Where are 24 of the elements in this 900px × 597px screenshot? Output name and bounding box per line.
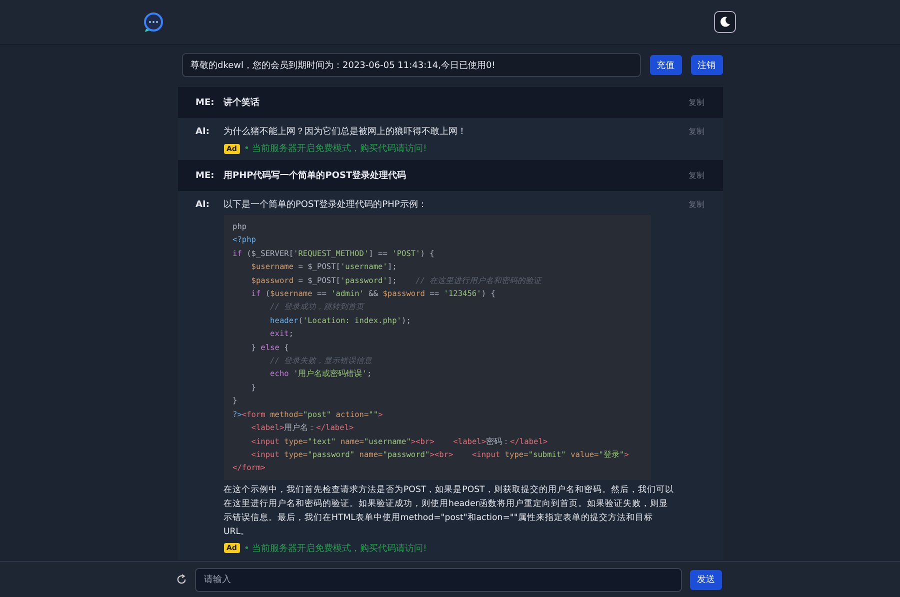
- copy-link[interactable]: 复制: [688, 198, 704, 555]
- ad-text: • 当前服务器开启免费模式，购买代码请访问!: [244, 142, 427, 155]
- role-label: AI:: [196, 199, 210, 212]
- theme-toggle-button[interactable]: [714, 11, 736, 33]
- refresh-icon: [176, 574, 187, 585]
- role-label: ME:: [196, 170, 212, 183]
- ad-text: • 当前服务器开启免费模式，购买代码请访问!: [244, 542, 427, 555]
- message-text: 以下是一个简单的POST登录处理代码的PHP示例：: [224, 198, 428, 212]
- message-input[interactable]: 请输入: [195, 568, 682, 592]
- role-label: ME:: [196, 97, 212, 110]
- copy-link[interactable]: 复制: [688, 125, 704, 155]
- message-text: 讲个笑话: [224, 96, 260, 110]
- copy-link[interactable]: 复制: [688, 169, 704, 183]
- membership-notice: 尊敬的dkewl，您的会员到期时间为：2023-06-05 11:43:14,今日已使用0!: [182, 53, 640, 77]
- moon-icon: [719, 16, 731, 28]
- role-label: AI:: [196, 126, 210, 139]
- chat-logo-icon: [143, 12, 164, 32]
- recharge-button[interactable]: 充值: [650, 55, 682, 75]
- message-text: 用PHP代码写一个简单的POST登录处理代码: [224, 169, 408, 183]
- message-text: 为什么猪不能上网？因为它们总是被网上的狼吓得不敢上网！: [224, 126, 468, 139]
- message-paragraph: 在这个示例中，我们首先检查请求方法是否为POST，如果是POST，则获取提交的用户名和密码。然后，我们可以在这里进行用户名和密码的验证。如果验证成功，则使用header函数将用户重定向到首页。如果验证失败，则显示错误信息。最后，我们在HTML表单中使用method="post"和action=""属性来指定表单的提交方法和目标URL。: [224, 484, 675, 539]
- logout-button[interactable]: 注销: [690, 55, 722, 75]
- copy-link[interactable]: 复制: [688, 96, 704, 110]
- send-button[interactable]: 发送: [690, 570, 722, 590]
